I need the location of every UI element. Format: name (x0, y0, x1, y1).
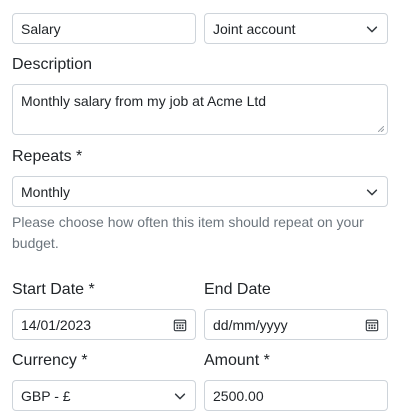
repeats-help-text: Please choose how often this item should… (12, 214, 364, 251)
repeats-select-value: Monthly (21, 183, 71, 200)
end-date-placeholder: dd/mm/yyyy (213, 316, 288, 333)
repeats-select[interactable]: Monthly (12, 176, 388, 207)
calendar-icon[interactable] (173, 318, 187, 332)
description-label: Description (12, 56, 93, 73)
amount-input[interactable]: 2500.00 (204, 380, 388, 411)
end-date-input[interactable]: dd/mm/yyyy (204, 309, 388, 340)
repeats-label: Repeats * (12, 148, 83, 165)
resize-handle-icon[interactable] (378, 126, 384, 132)
start-date-value: 14/01/2023 (21, 316, 92, 333)
name-input[interactable]: Salary (12, 13, 196, 44)
account-select[interactable]: Joint account (204, 13, 388, 44)
chevron-down-icon (366, 188, 378, 195)
start-date-label: Start Date * (12, 281, 95, 298)
account-select-value: Joint account (213, 20, 296, 37)
name-input-value: Salary (21, 20, 61, 37)
amount-input-value: 2500.00 (213, 387, 264, 404)
currency-select-value: GBP - £ (21, 387, 71, 404)
description-textarea[interactable]: Monthly salary from my job at Acme Ltd (12, 84, 388, 135)
chevron-down-icon (174, 392, 186, 399)
currency-select[interactable]: GBP - £ (12, 380, 196, 411)
chevron-down-icon (366, 25, 378, 32)
amount-label: Amount * (204, 352, 270, 369)
currency-label: Currency * (12, 352, 88, 369)
end-date-label: End Date (204, 281, 271, 298)
start-date-input[interactable]: 14/01/2023 (12, 309, 196, 340)
calendar-icon[interactable] (365, 318, 379, 332)
